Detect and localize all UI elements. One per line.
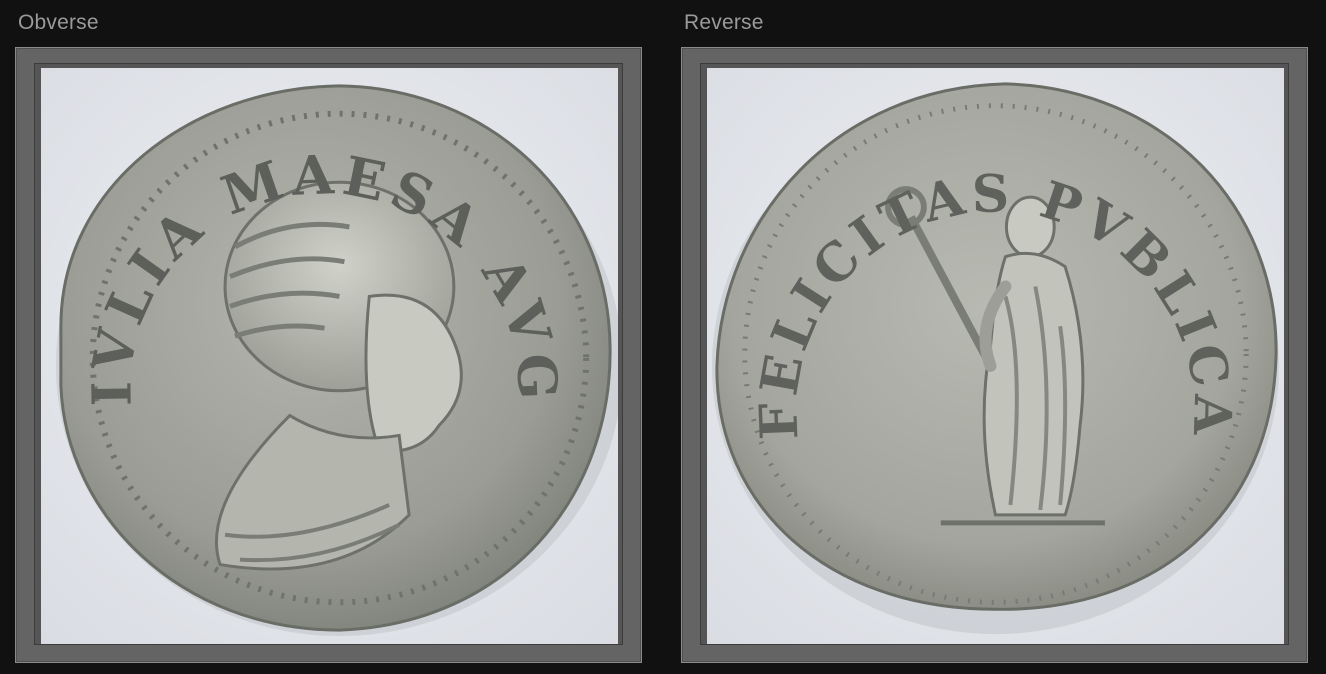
obverse-label: Obverse	[18, 11, 99, 34]
reverse-photo: FELICITAS PVBLICA	[707, 68, 1284, 644]
obverse-coin-image: IVLIA MAESA AVG	[41, 68, 618, 644]
reverse-photo-container: FELICITAS PVBLICA	[700, 63, 1289, 645]
reverse-coin-image: FELICITAS PVBLICA	[707, 68, 1284, 644]
obverse-photo-container: IVLIA MAESA AVG	[34, 63, 623, 645]
reverse-label: Reverse	[684, 11, 764, 34]
reverse-frame: FELICITAS PVBLICA	[681, 47, 1308, 663]
obverse-frame: IVLIA MAESA AVG	[15, 47, 642, 663]
obverse-photo: IVLIA MAESA AVG	[41, 68, 618, 644]
